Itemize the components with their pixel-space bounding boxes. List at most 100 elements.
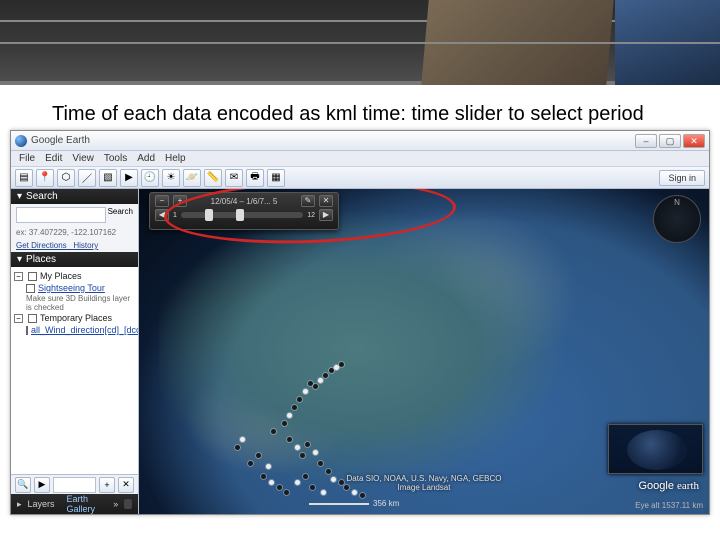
places-toolbar: 🔍 ▶ + ✕ bbox=[11, 474, 138, 494]
tree-kml[interactable]: all_Wind_direction[cd]_[dcc].k... bbox=[14, 324, 135, 336]
close-button[interactable]: ✕ bbox=[683, 134, 705, 148]
print-icon[interactable]: 🖶 bbox=[246, 169, 264, 187]
kml-label: all_Wind_direction[cd]_[dcc].k... bbox=[31, 325, 138, 335]
checkbox-icon[interactable] bbox=[28, 272, 37, 281]
time-zoom-out-button[interactable]: − bbox=[155, 195, 169, 207]
collapse-icon[interactable] bbox=[124, 499, 132, 509]
toolbar: ▤ 📍 ⬡ ／ ▧ ▶ 🕘 ☀ 🪐 📏 ✉ 🖶 ▦ Sign in bbox=[11, 167, 709, 189]
scale-bar: 356 km bbox=[309, 499, 399, 508]
time-zoom-in-button[interactable]: + bbox=[173, 195, 187, 207]
time-track[interactable] bbox=[181, 212, 303, 218]
nav-compass[interactable] bbox=[653, 195, 701, 243]
google-earth-window: Google Earth – ▢ ✕ File Edit View Tools … bbox=[10, 130, 710, 515]
imagery-attribution: Data SIO, NOAA, U.S. Navy, NGA, GEBCO Im… bbox=[347, 474, 502, 492]
minimize-button[interactable]: – bbox=[635, 134, 657, 148]
time-handle-start[interactable] bbox=[205, 209, 213, 221]
google-earth-logo: Google earth bbox=[638, 480, 699, 492]
time-handle-end[interactable] bbox=[236, 209, 244, 221]
places-tree: − My Places Sightseeing Tour Make sure 3… bbox=[14, 270, 135, 336]
overview-map[interactable] bbox=[608, 424, 703, 474]
hide-sidebar-icon[interactable]: ▤ bbox=[15, 169, 33, 187]
logo-earth: earth bbox=[677, 480, 699, 492]
image-overlay-icon[interactable]: ▧ bbox=[99, 169, 117, 187]
checkbox-icon[interactable] bbox=[26, 284, 35, 293]
path-icon[interactable]: ／ bbox=[78, 169, 96, 187]
maximize-button[interactable]: ▢ bbox=[659, 134, 681, 148]
menu-edit[interactable]: Edit bbox=[45, 153, 62, 164]
search-panel-header[interactable]: ▾ Search bbox=[11, 189, 138, 204]
time-tick-start: 1 bbox=[173, 212, 177, 219]
layers-panel-title: Layers bbox=[28, 499, 55, 509]
places-panel-title: Places bbox=[26, 254, 56, 265]
header-photo-river bbox=[615, 0, 720, 85]
play-tour-icon[interactable]: ▶ bbox=[34, 477, 50, 493]
menu-add[interactable]: Add bbox=[137, 153, 155, 164]
delete-icon[interactable]: ✕ bbox=[118, 477, 134, 493]
places-panel-header[interactable]: ▾ Places bbox=[11, 252, 138, 267]
menu-tools[interactable]: Tools bbox=[104, 153, 127, 164]
time-step-fwd-button[interactable]: ▶ bbox=[319, 209, 333, 221]
save-image-icon[interactable]: ▦ bbox=[267, 169, 285, 187]
time-range-label: 12/05/4 – 1/6/7... 5 bbox=[191, 197, 297, 206]
more-link[interactable]: » bbox=[113, 499, 118, 509]
overview-globe-icon bbox=[627, 430, 687, 470]
app-icon bbox=[15, 135, 27, 147]
slide-top-banner bbox=[0, 0, 720, 85]
search-example: ex: 37.407229, -122.107162 bbox=[11, 226, 138, 239]
signin-button[interactable]: Sign in bbox=[659, 170, 705, 186]
tree-sightseeing[interactable]: Sightseeing Tour bbox=[14, 282, 135, 294]
sightseeing-label: Sightseeing Tour bbox=[38, 283, 105, 293]
checkbox-icon[interactable] bbox=[28, 314, 37, 323]
slide-caption: Time of each data encoded as kml time: t… bbox=[0, 85, 720, 126]
scale-bar-line bbox=[309, 503, 369, 505]
sightseeing-hint: Make sure 3D Buildings layer is checked bbox=[14, 294, 135, 312]
places-filter-input[interactable] bbox=[53, 477, 96, 493]
scale-label: 356 km bbox=[373, 499, 399, 508]
find-icon[interactable]: 🔍 bbox=[15, 477, 31, 493]
expand-icon[interactable]: − bbox=[14, 314, 23, 323]
time-step-back-button[interactable]: ◀ bbox=[155, 209, 169, 221]
tree-temporary[interactable]: − Temporary Places bbox=[14, 312, 135, 324]
menu-file[interactable]: File bbox=[19, 153, 35, 164]
placemark-icon[interactable]: 📍 bbox=[36, 169, 54, 187]
search-button[interactable]: Search bbox=[108, 207, 133, 223]
layers-panel-header[interactable]: ▸ Layers Earth Gallery » bbox=[11, 494, 138, 514]
sidebar: ▾ Search Search ex: 37.407229, -122.1071… bbox=[11, 189, 139, 514]
time-slider[interactable]: − + 12/05/4 – 1/6/7... 5 ✎ ✕ ◀ 1 12 ▶ bbox=[149, 192, 339, 230]
logo-google: Google bbox=[638, 480, 673, 492]
attr-line1: Data SIO, NOAA, U.S. Navy, NGA, GEBCO bbox=[347, 474, 502, 483]
titlebar: Google Earth – ▢ ✕ bbox=[11, 131, 709, 151]
time-options-button[interactable]: ✎ bbox=[301, 195, 315, 207]
menu-help[interactable]: Help bbox=[165, 153, 186, 164]
expand-icon[interactable]: − bbox=[14, 272, 23, 281]
tree-myplaces[interactable]: − My Places bbox=[14, 270, 135, 282]
add-content-icon[interactable]: + bbox=[99, 477, 115, 493]
eye-altitude: Eye alt 1537.11 km bbox=[635, 501, 703, 510]
ruler-icon[interactable]: 📏 bbox=[204, 169, 222, 187]
sun-icon[interactable]: ☀ bbox=[162, 169, 180, 187]
attr-line2: Image Landsat bbox=[347, 483, 502, 492]
polygon-icon[interactable]: ⬡ bbox=[57, 169, 75, 187]
get-directions-link[interactable]: Get Directions bbox=[16, 241, 67, 250]
chevron-down-icon: ▾ bbox=[17, 191, 22, 202]
globe-viewport[interactable]: − + 12/05/4 – 1/6/7... 5 ✎ ✕ ◀ 1 12 ▶ bbox=[139, 189, 709, 514]
planet-icon[interactable]: 🪐 bbox=[183, 169, 201, 187]
history-link[interactable]: History bbox=[73, 241, 98, 250]
header-photo-bridge bbox=[421, 0, 613, 85]
menubar: File Edit View Tools Add Help bbox=[11, 151, 709, 167]
time-tick-end: 12 bbox=[307, 212, 315, 219]
chevron-down-icon: ▾ bbox=[17, 254, 22, 265]
history-icon[interactable]: 🕘 bbox=[141, 169, 159, 187]
email-icon[interactable]: ✉ bbox=[225, 169, 243, 187]
temporary-label: Temporary Places bbox=[40, 313, 112, 323]
record-tour-icon[interactable]: ▶ bbox=[120, 169, 138, 187]
chevron-right-icon: ▸ bbox=[17, 499, 22, 510]
myplaces-label: My Places bbox=[40, 271, 82, 281]
time-close-button[interactable]: ✕ bbox=[319, 195, 333, 207]
search-input[interactable] bbox=[16, 207, 106, 223]
checkbox-checked-icon[interactable] bbox=[26, 326, 28, 335]
earth-gallery-link[interactable]: Earth Gallery bbox=[67, 494, 108, 514]
menu-view[interactable]: View bbox=[72, 153, 94, 164]
window-title: Google Earth bbox=[31, 135, 90, 146]
search-panel-title: Search bbox=[26, 191, 58, 202]
